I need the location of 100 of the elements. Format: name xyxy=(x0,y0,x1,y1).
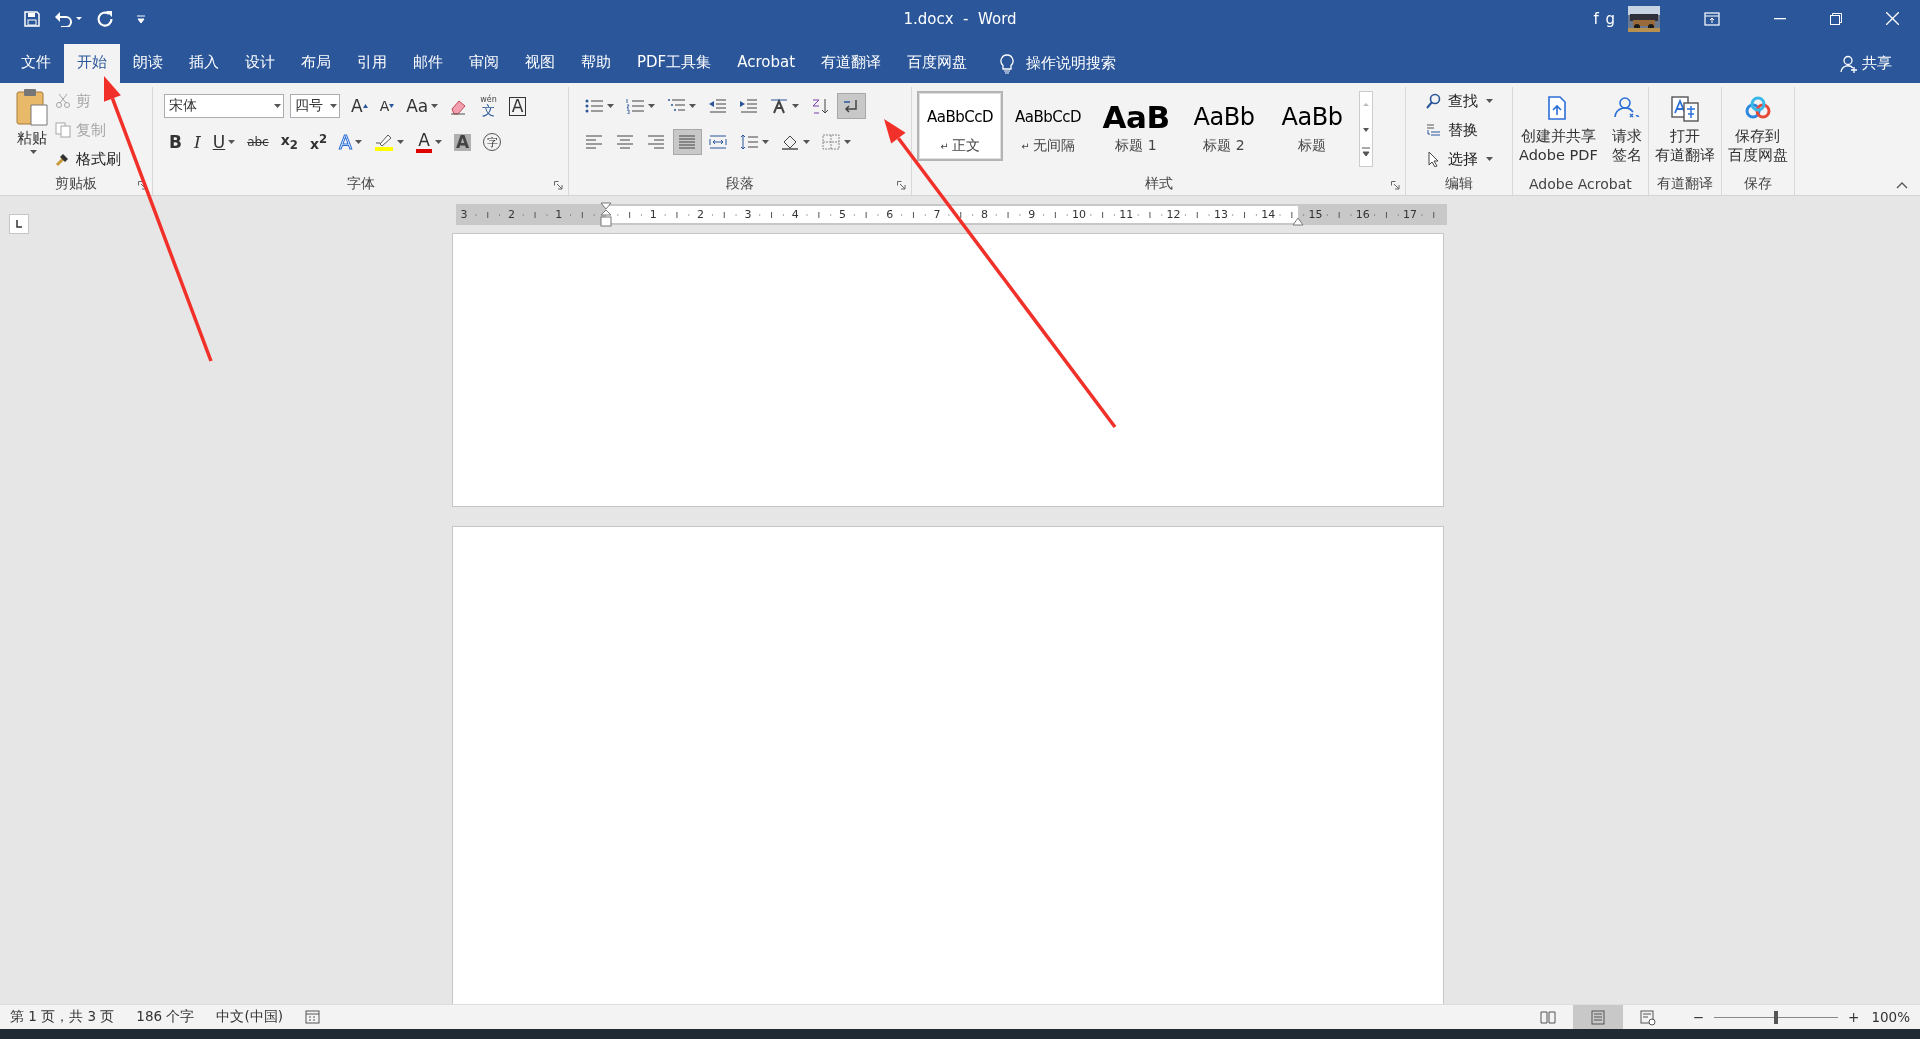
customize-icon[interactable] xyxy=(136,13,146,24)
format-painter-button[interactable]: 格式刷 xyxy=(55,147,121,171)
style-item[interactable]: AaBb 标题 xyxy=(1269,91,1355,161)
ribbon-tab[interactable]: 审阅 xyxy=(456,44,512,83)
horizontal-ruler[interactable]: 3 2 1 1 2 3 4 5 6 7 8 9 10 11 12 13 14 15 16 17 xyxy=(456,204,1447,225)
undo-icon[interactable] xyxy=(54,10,82,27)
zoom-out-button[interactable]: − xyxy=(1692,1009,1705,1025)
sup-button[interactable]: x$^{2}$ xyxy=(304,129,333,155)
shading-button[interactable]: A xyxy=(449,129,477,155)
phonetic-button[interactable]: wén 文 xyxy=(475,93,502,119)
style-item[interactable]: AaBb 标题 2 xyxy=(1181,91,1267,161)
language[interactable]: 中文(中国) xyxy=(216,1008,283,1026)
ribbon-tab[interactable]: 邮件 xyxy=(400,44,456,83)
strike-button[interactable]: abc xyxy=(242,129,274,155)
ribbon-tab[interactable]: 引用 xyxy=(344,44,400,83)
style-item[interactable]: AaB 标题 1 xyxy=(1093,91,1179,161)
page-count[interactable]: 第 1 页，共 3 页 xyxy=(10,1008,115,1026)
group-label: 字体 xyxy=(346,175,375,193)
right-indent-marker-icon[interactable] xyxy=(1292,216,1304,226)
ribbon-tab[interactable]: 百度网盘 xyxy=(894,44,981,83)
caret-icon[interactable] xyxy=(1486,157,1493,161)
ribbon-tab[interactable]: 视图 xyxy=(512,44,568,83)
enclose-button[interactable]: 字 xyxy=(478,129,507,155)
save-icon[interactable] xyxy=(24,10,40,27)
caret-icon[interactable] xyxy=(435,140,443,144)
share-button[interactable]: 共享 xyxy=(1840,44,1892,83)
pdf-share-button[interactable]: 创建并共享 Adobe PDF xyxy=(1519,95,1598,165)
shrink-button[interactable]: A xyxy=(374,93,400,119)
font-size-field[interactable]: 四号 xyxy=(290,94,340,118)
marks-button[interactable] xyxy=(837,93,866,119)
ribbon-tab[interactable]: 有道翻译 xyxy=(808,44,895,83)
caret-icon[interactable] xyxy=(355,140,363,144)
gallery-scrollbar[interactable] xyxy=(1359,91,1373,167)
redo-icon[interactable] xyxy=(96,9,114,28)
decrease-indent-icon xyxy=(708,98,727,114)
ribbon-display-options-icon[interactable] xyxy=(1704,11,1720,26)
ribbon-tab[interactable]: 开始 xyxy=(64,44,120,83)
paste-button[interactable]: 粘贴 xyxy=(15,87,49,171)
collapse-ribbon-icon[interactable] xyxy=(1896,182,1908,189)
sub-button[interactable]: x$_{2}$ xyxy=(275,129,303,155)
caret-icon[interactable] xyxy=(431,104,439,108)
caret-icon[interactable] xyxy=(607,104,614,108)
caret-icon[interactable] xyxy=(689,104,696,108)
ribbon-tab[interactable]: 布局 xyxy=(288,44,344,83)
style-item[interactable]: AaBbCcD ↵ 正文 xyxy=(917,91,1003,161)
caret-icon[interactable] xyxy=(330,104,337,108)
triangle-up-icon xyxy=(362,104,368,108)
ribbon-tab[interactable]: PDF工具集 xyxy=(624,44,725,83)
case-button[interactable]: Aa xyxy=(401,93,444,119)
restore-icon[interactable] xyxy=(1830,12,1842,25)
ribbon-tab[interactable]: 插入 xyxy=(176,44,232,83)
caret-icon[interactable] xyxy=(648,104,655,108)
ribbon-tab[interactable]: 文件 xyxy=(8,44,64,83)
group-label: Adobe Acrobat xyxy=(1529,176,1632,192)
minimize-icon[interactable] xyxy=(1774,17,1786,20)
close-icon[interactable] xyxy=(1885,12,1899,25)
caret-icon[interactable] xyxy=(397,140,405,144)
caret-icon[interactable] xyxy=(803,140,810,144)
ruler-number: 4 xyxy=(791,207,799,222)
caret-icon[interactable] xyxy=(274,104,281,108)
ribbon-tab[interactable]: 设计 xyxy=(232,44,288,83)
ribbon-tab[interactable]: 帮助 xyxy=(568,44,624,83)
translate-button[interactable]: 打开 有道翻译 xyxy=(1654,95,1715,165)
dialog-launcher-icon[interactable] xyxy=(138,181,147,190)
sign-button[interactable]: 请求 签名 xyxy=(1611,95,1642,165)
dialog-launcher-icon[interactable] xyxy=(897,181,906,190)
zoom-in-button[interactable]: + xyxy=(1848,1009,1860,1025)
dialog-launcher-icon[interactable] xyxy=(554,181,563,190)
replace-button[interactable]: 替换 xyxy=(1425,118,1493,142)
ribbon-tab[interactable]: 朗读 xyxy=(120,44,176,83)
caret-icon[interactable] xyxy=(228,140,236,144)
italic-button[interactable]: I xyxy=(188,129,206,155)
caret-icon[interactable] xyxy=(762,140,769,144)
word-count[interactable]: 186 个字 xyxy=(136,1008,195,1026)
ruler-number: 5 xyxy=(839,207,846,222)
caret-icon[interactable] xyxy=(1486,99,1493,103)
caret-icon[interactable] xyxy=(844,140,851,144)
highlighter-icon xyxy=(374,133,395,151)
font-name-field[interactable]: 宋体 xyxy=(164,94,284,118)
ribbon-tab[interactable]: Acrobat xyxy=(724,44,809,83)
grow-button[interactable]: A xyxy=(346,93,373,119)
caret-icon[interactable] xyxy=(30,150,37,154)
bold-button[interactable]: B xyxy=(164,129,187,155)
dialog-launcher-icon[interactable] xyxy=(1391,181,1400,190)
tab-selector-icon[interactable] xyxy=(9,214,29,234)
replace-icon xyxy=(1425,122,1443,138)
find-button[interactable]: 查找 xyxy=(1425,89,1493,113)
zoom-level[interactable]: 100% xyxy=(1871,1009,1910,1025)
cloud-button[interactable]: 保存到 百度网盘 xyxy=(1727,95,1788,165)
user-name[interactable]: f g xyxy=(1593,9,1616,28)
zoom-slider-thumb[interactable] xyxy=(1774,1010,1779,1024)
book-icon xyxy=(1538,1008,1557,1026)
underline-button[interactable]: U xyxy=(207,129,241,155)
translate-icon xyxy=(1669,95,1700,123)
indent-marker-icon[interactable] xyxy=(600,202,612,228)
tell-me-search[interactable]: 操作说明搜索 xyxy=(1000,44,1117,83)
select-button[interactable]: 选择 xyxy=(1425,147,1493,171)
style-item[interactable]: AaBbCcD ↵ 无间隔 xyxy=(1005,91,1091,161)
color-button[interactable]: A xyxy=(411,129,448,155)
caret-icon[interactable] xyxy=(792,104,799,108)
